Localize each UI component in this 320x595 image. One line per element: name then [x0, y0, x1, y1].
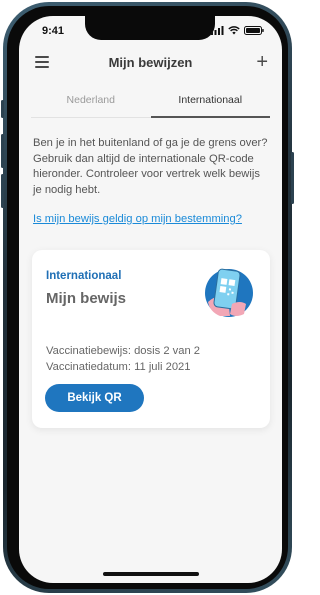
card-kicker: Internationaal	[46, 270, 122, 282]
volume-up-button	[1, 134, 4, 168]
signal-icon	[211, 26, 224, 35]
power-button	[291, 152, 294, 204]
validity-link[interactable]: Is mijn bewijs geldig op mijn bestemming…	[33, 213, 242, 225]
phone-frame: 9:41 Mijn bewijzen + Nederland Internati…	[1, 2, 294, 593]
app-screen: 9:41 Mijn bewijzen + Nederland Internati…	[19, 16, 282, 583]
tab-nederland[interactable]: Nederland	[31, 88, 151, 118]
view-qr-button[interactable]: Bekijk QR	[45, 384, 144, 412]
mute-switch	[1, 100, 4, 118]
wifi-icon	[228, 26, 240, 35]
intro-text: Ben je in het buitenland of ga je de gre…	[33, 137, 268, 196]
home-indicator[interactable]	[103, 572, 199, 576]
certificate-card[interactable]: Internationaal Mijn bewijs Vaccinatiebew…	[32, 250, 270, 428]
card-title: Mijn bewijs	[46, 290, 127, 307]
notch	[85, 16, 215, 40]
tab-internationaal[interactable]: Internationaal	[150, 88, 270, 118]
dose-line: Vaccinatiebewijs: dosis 2 van 2	[46, 345, 201, 357]
battery-icon	[244, 26, 264, 35]
page-title: Mijn bewijzen	[108, 55, 193, 70]
tab-bar: Nederland Internationaal	[31, 88, 270, 118]
date-line: Vaccinatiedatum: 11 juli 2021	[46, 361, 191, 373]
phone-qr-illustration	[205, 268, 253, 317]
status-icons	[211, 26, 264, 35]
volume-down-button	[1, 174, 4, 208]
status-time: 9:41	[42, 25, 65, 37]
plus-icon[interactable]: +	[256, 52, 268, 72]
